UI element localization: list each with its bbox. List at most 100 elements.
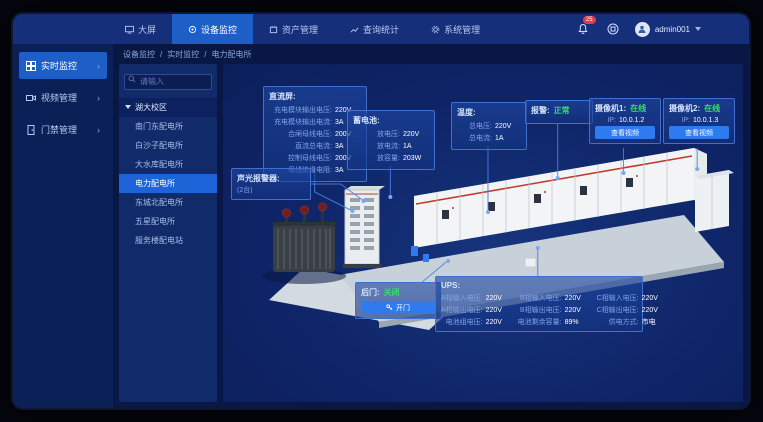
metric-label: C相输出电压: bbox=[597, 305, 639, 315]
metric-value: 1A bbox=[403, 143, 429, 150]
metric-label: 充电模块输出电流: bbox=[269, 117, 332, 127]
top-nav-bar: 大屏 设备监控 资产管理 查询统计 系统管理 25 bbox=[13, 14, 749, 44]
sound-light-alarm-panel: 声光报警器: (2台) bbox=[231, 168, 311, 200]
metric-label: 放容量: bbox=[353, 153, 400, 163]
breadcrumb: 设备监控 / 实时监控 / 电力配电所 bbox=[113, 44, 749, 64]
panel-title: 蓄电池: bbox=[353, 115, 429, 126]
breadcrumb-separator: / bbox=[160, 50, 162, 59]
panel-title: 声光报警器: bbox=[237, 173, 305, 184]
ups-panel: UPS: A相输入电压:220V B相输入电压:220V C相输入电压:220V… bbox=[435, 276, 643, 332]
nav-tab-device-monitor[interactable]: 设备监控 bbox=[172, 14, 253, 44]
nav-tab-label: 大屏 bbox=[138, 23, 156, 36]
sidebar-item-video-management[interactable]: 视频管理 › bbox=[19, 84, 107, 111]
metric-label: 充电模块输出电压: bbox=[269, 105, 332, 115]
door-icon bbox=[26, 125, 36, 135]
tree-root-node[interactable]: 湖大校区 bbox=[119, 98, 217, 117]
metric-label: 总电流: bbox=[457, 133, 492, 143]
tree-item-station-selected[interactable]: 电力配电所 bbox=[119, 174, 217, 193]
metric-label: 控制母线电压: bbox=[269, 153, 332, 163]
fullscreen-button[interactable] bbox=[605, 21, 621, 37]
view-video-button[interactable]: 查看视频 bbox=[595, 126, 655, 139]
metric-value: 1A bbox=[495, 135, 521, 142]
ip-label: IP: bbox=[669, 117, 690, 124]
notification-badge: 25 bbox=[583, 16, 596, 24]
nav-tab-dashboard[interactable]: 大屏 bbox=[109, 14, 172, 44]
metric-label: 电池剩余容量: bbox=[518, 317, 562, 327]
tree-item-station[interactable]: 东城北配电所 bbox=[119, 193, 217, 212]
metric-label: B相输入电压: bbox=[518, 293, 562, 303]
tree-item-station[interactable]: 大水库配电所 bbox=[119, 155, 217, 174]
breadcrumb-separator: / bbox=[204, 50, 206, 59]
sidebar-item-realtime-monitor[interactable]: 实时监控 › bbox=[19, 52, 107, 79]
nav-tab-label: 资产管理 bbox=[282, 23, 318, 36]
chevron-right-icon: › bbox=[97, 61, 100, 71]
camera2-panel: 摄像机2: 在线 IP:10.0.1.3 查看视频 bbox=[663, 98, 735, 144]
notifications-button[interactable]: 25 bbox=[575, 21, 591, 37]
body-row: 实时监控 › 视频管理 › 门禁管理 › 设备监控 / 实时监控 / 电力配电所 bbox=[13, 44, 749, 408]
metric-label: 放电压: bbox=[353, 129, 400, 139]
nav-tab-label: 设备监控 bbox=[201, 23, 237, 36]
ups-metrics-grid: A相输入电压:220V B相输入电压:220V C相输入电压:220V A相输出… bbox=[441, 293, 637, 327]
chevron-right-icon: › bbox=[97, 93, 100, 103]
alarm-status-panel: 报警: 正常 bbox=[525, 100, 593, 124]
metric-value: 220V bbox=[565, 295, 589, 302]
breadcrumb-item[interactable]: 实时监控 bbox=[167, 49, 199, 60]
camera1-panel: 摄像机1: 在线 IP:10.0.1.2 查看视频 bbox=[589, 98, 661, 144]
scene-canvas: 直流屏: 充电模块输出电压:220V 充电模块输出电流:3A 合闸母线电压:20… bbox=[223, 64, 743, 402]
panel-title: 直流屏: bbox=[269, 91, 361, 102]
user-avatar-icon bbox=[635, 22, 650, 37]
metric-label: 合闸母线电压: bbox=[269, 129, 332, 139]
nav-menu: 大屏 设备监控 资产管理 查询统计 系统管理 bbox=[109, 14, 496, 44]
open-door-label: 开门 bbox=[396, 303, 410, 313]
tree-root-label: 湖大校区 bbox=[135, 102, 167, 113]
metric-value: 220V bbox=[486, 307, 510, 314]
status-badge: 正常 bbox=[554, 105, 570, 116]
tree-item-station[interactable]: 服务楼配电站 bbox=[119, 231, 217, 250]
tree-item-station[interactable]: 五星配电所 bbox=[119, 212, 217, 231]
rear-door-panel: 后门: 关闭 开门 bbox=[355, 282, 441, 319]
chevron-right-icon: › bbox=[97, 125, 100, 135]
metric-value: 220V bbox=[486, 295, 510, 302]
station-tree-panel: 湖大校区 南门东配电所 白沙子配电所 大水库配电所 电力配电所 东城北配电所 五… bbox=[119, 64, 217, 402]
breadcrumb-item[interactable]: 设备监控 bbox=[123, 49, 155, 60]
nav-tab-statistics[interactable]: 查询统计 bbox=[334, 14, 415, 44]
view-video-button[interactable]: 查看视频 bbox=[669, 126, 729, 139]
user-menu[interactable]: admin001 bbox=[635, 22, 701, 37]
key-icon bbox=[386, 304, 393, 311]
content-row: 湖大校区 南门东配电所 白沙子配电所 大水库配电所 电力配电所 东城北配电所 五… bbox=[113, 64, 749, 408]
search-icon bbox=[128, 75, 136, 83]
ip-label: IP: bbox=[595, 117, 616, 124]
metric-label: B相输出电压: bbox=[518, 305, 562, 315]
metric-value: 89% bbox=[565, 319, 589, 326]
tree-item-station[interactable]: 南门东配电所 bbox=[119, 117, 217, 136]
nav-tab-assets[interactable]: 资产管理 bbox=[253, 14, 334, 44]
metric-label: 供电方式: bbox=[597, 317, 639, 327]
metric-value: 203W bbox=[403, 155, 429, 162]
gear-icon bbox=[431, 25, 440, 34]
panel-title: 报警: bbox=[531, 105, 550, 116]
metric-value: 220V bbox=[565, 307, 589, 314]
fullscreen-icon bbox=[607, 23, 619, 35]
nav-tab-system[interactable]: 系统管理 bbox=[415, 14, 496, 44]
user-name: admin001 bbox=[655, 25, 690, 34]
sidebar: 实时监控 › 视频管理 › 门禁管理 › bbox=[13, 44, 113, 408]
stats-icon bbox=[350, 25, 359, 34]
nav-tab-label: 系统管理 bbox=[444, 23, 480, 36]
open-door-button[interactable]: 开门 bbox=[361, 301, 435, 314]
search-input[interactable] bbox=[124, 74, 212, 90]
tree-item-station[interactable]: 白沙子配电所 bbox=[119, 136, 217, 155]
panel-title: 温度: bbox=[457, 107, 521, 118]
device-count: (2台) bbox=[237, 185, 305, 195]
panel-title: 后门: bbox=[361, 287, 380, 298]
metric-label: A相输出电压: bbox=[441, 305, 483, 315]
ip-value: 10.0.1.2 bbox=[619, 117, 655, 124]
status-badge: 在线 bbox=[704, 103, 720, 114]
panel-title: UPS: bbox=[441, 281, 637, 290]
breadcrumb-item: 电力配电所 bbox=[211, 49, 251, 60]
metric-value: 220V bbox=[642, 295, 666, 302]
metric-label: 电池组电压: bbox=[441, 317, 483, 327]
bell-icon bbox=[577, 23, 589, 35]
asset-icon bbox=[269, 25, 278, 34]
sidebar-item-access-control[interactable]: 门禁管理 › bbox=[19, 116, 107, 143]
panel-title: 摄像机2: bbox=[669, 103, 700, 114]
